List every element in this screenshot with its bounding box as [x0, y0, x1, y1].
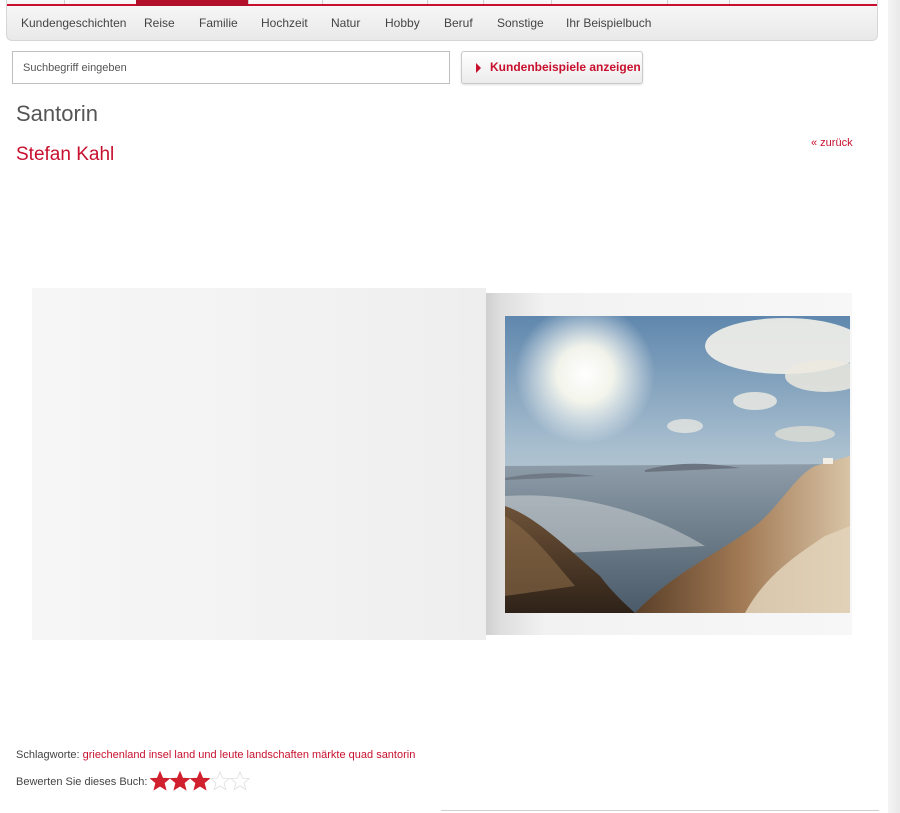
page-title: Santorin: [16, 101, 98, 126]
play-arrow-icon: [476, 63, 481, 73]
star-filled-icon[interactable]: [170, 771, 190, 791]
nav-item-natur[interactable]: Natur: [331, 6, 360, 40]
keywords-row: Schlagworte: griechenland insel land und…: [16, 749, 415, 761]
nav-item-hobby[interactable]: Hobby: [385, 6, 420, 40]
book-left-page: [32, 288, 486, 640]
back-link[interactable]: « zurück: [811, 137, 853, 149]
author-name: Stefan Kahl: [16, 144, 115, 165]
nav-item-hochzeit[interactable]: Hochzeit: [261, 6, 308, 40]
search-input[interactable]: [12, 51, 450, 84]
rating-label: Bewerten Sie dieses Buch:: [16, 776, 148, 788]
star-empty-icon[interactable]: [210, 771, 230, 791]
keywords-label: Schlagworte:: [16, 749, 80, 761]
category-navigation: Kundengeschichten Reise Familie Hochzeit…: [6, 0, 878, 41]
nav-item-beruf[interactable]: Beruf: [444, 6, 473, 40]
nav-item-familie[interactable]: Familie: [199, 6, 238, 40]
page-edge-shadow: [888, 0, 900, 813]
show-examples-button-label: Kundenbeispiele anzeigen: [490, 60, 641, 74]
keywords-links[interactable]: griechenland insel land und leute landsc…: [83, 749, 416, 761]
star-rating[interactable]: [150, 771, 250, 791]
nav-item-reise[interactable]: Reise: [144, 6, 175, 40]
nav-item-kundengeschichten[interactable]: Kundengeschichten: [21, 6, 126, 40]
landscape-photo: [505, 316, 850, 613]
star-empty-icon[interactable]: [230, 771, 250, 791]
star-filled-icon[interactable]: [150, 771, 170, 791]
nav-item-ihr-beispielbuch[interactable]: Ihr Beispielbuch: [566, 6, 651, 40]
star-filled-icon[interactable]: [190, 771, 210, 791]
show-examples-button[interactable]: Kundenbeispiele anzeigen: [461, 51, 643, 84]
bottom-divider: [441, 810, 879, 811]
nav-item-sonstige[interactable]: Sonstige: [497, 6, 544, 40]
